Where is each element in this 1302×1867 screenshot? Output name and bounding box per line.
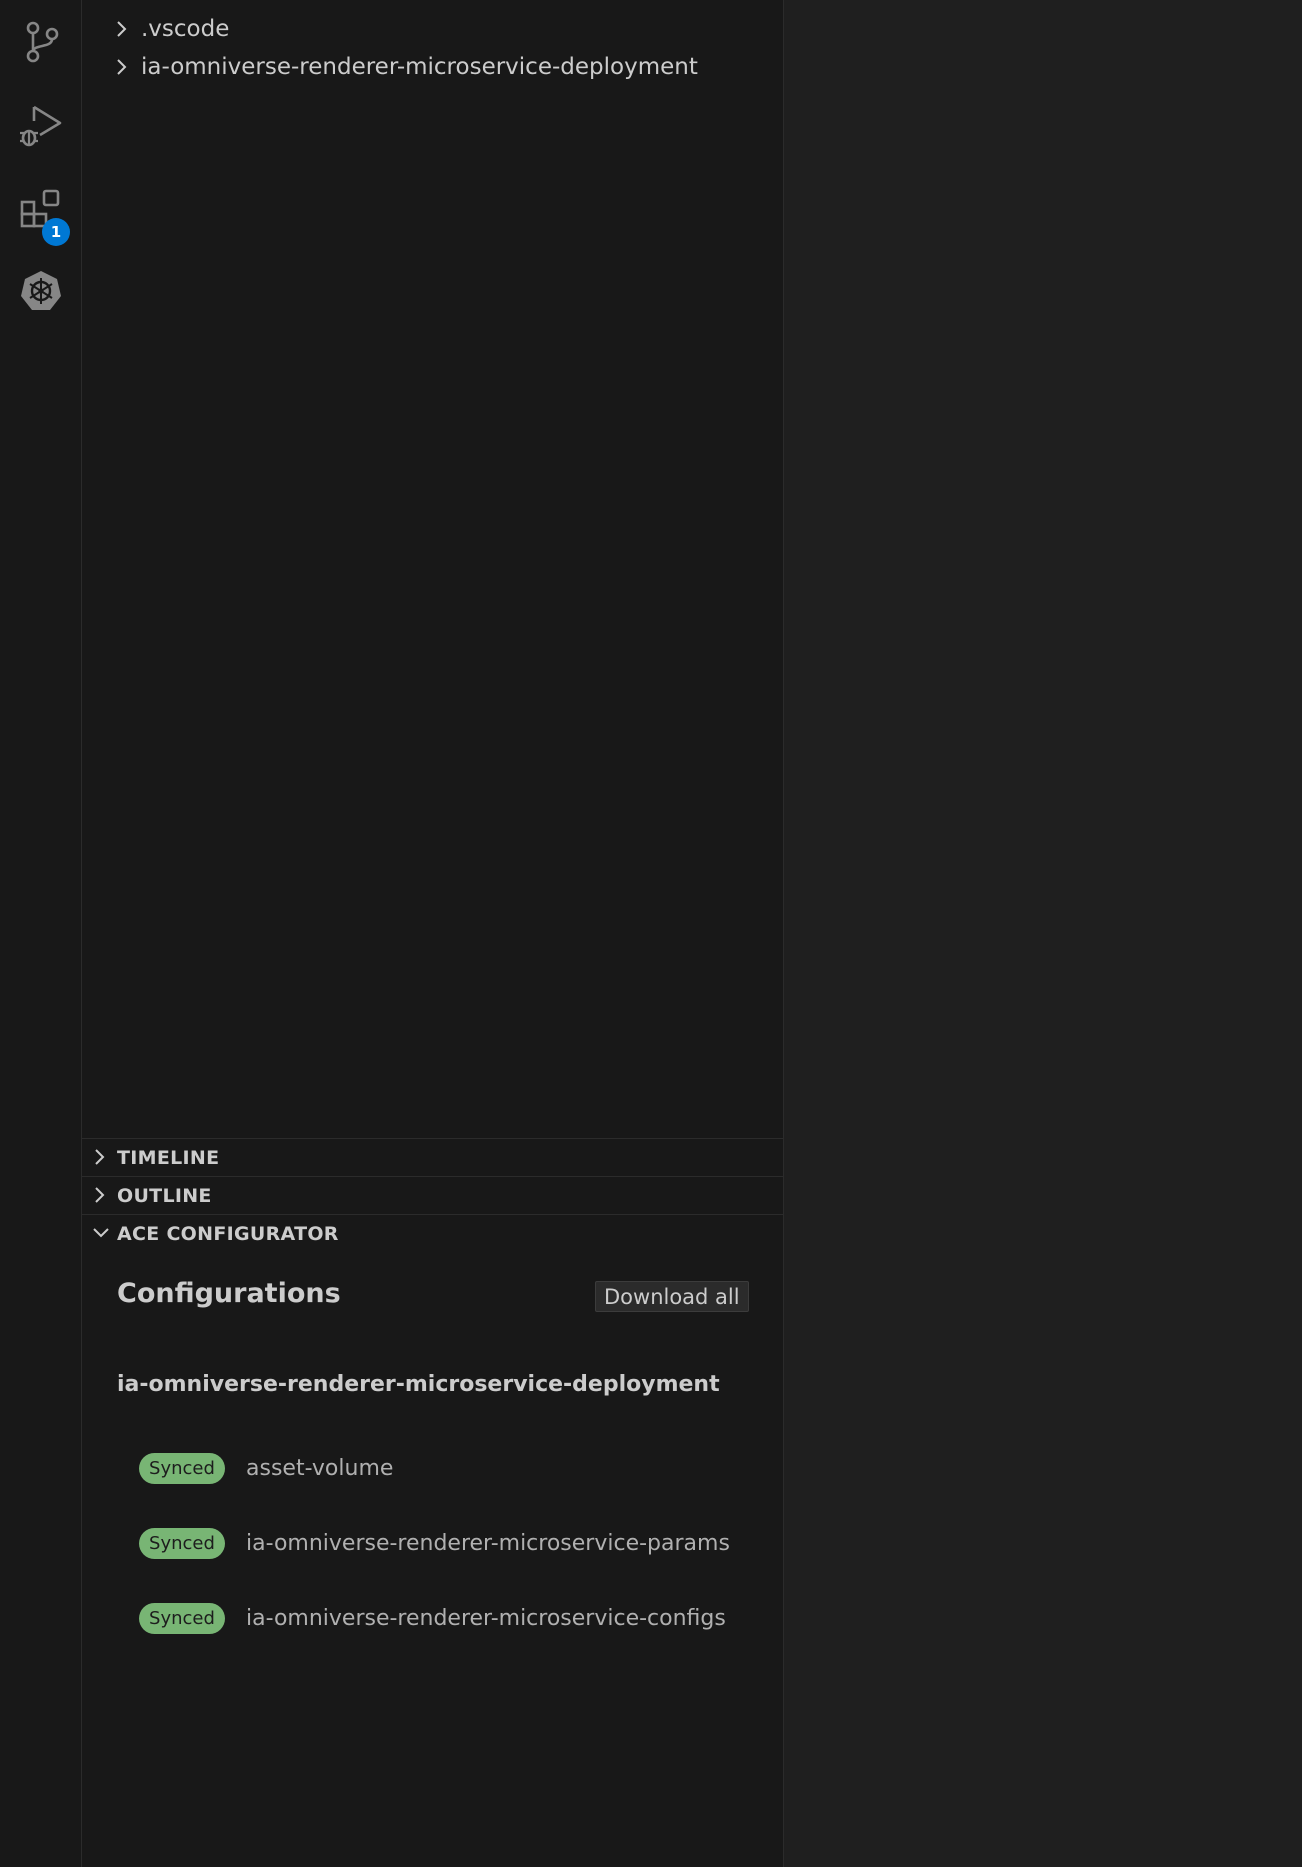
tree-item-deployment[interactable]: ia-omniverse-renderer-microservice-deplo… [82, 48, 783, 86]
section-outline[interactable]: OUTLINE [82, 1176, 783, 1214]
editor-area [784, 0, 1302, 1867]
status-badge: Synced [139, 1602, 225, 1634]
chevron-right-icon [95, 1149, 105, 1165]
activity-run-debug[interactable] [0, 88, 82, 164]
source-control-icon [26, 21, 59, 63]
configurations-title: Configurations [117, 1278, 341, 1309]
activity-kubernetes[interactable] [0, 253, 82, 329]
vscode-window: 1 .vscode ia-omniverse-renderer-microser… [0, 0, 1302, 1867]
section-timeline[interactable]: TIMELINE [82, 1138, 783, 1176]
config-item[interactable]: Synced ia-omniverse-renderer-microservic… [139, 1602, 726, 1634]
chevron-right-icon [117, 21, 127, 37]
config-name: ia-omniverse-renderer-microservice-param… [246, 1530, 730, 1556]
tree-item-vscode[interactable]: .vscode [82, 10, 783, 48]
config-name: asset-volume [246, 1455, 394, 1481]
sidebar: .vscode ia-omniverse-renderer-microservi… [82, 0, 784, 1867]
activity-source-control[interactable] [0, 4, 82, 80]
config-name: ia-omniverse-renderer-microservice-confi… [246, 1605, 726, 1631]
run-debug-icon [20, 105, 62, 147]
section-title: ACE CONFIGURATOR [117, 1222, 339, 1245]
section-title: OUTLINE [117, 1184, 212, 1207]
deployment-group-title: ia-omniverse-renderer-microservice-deplo… [117, 1372, 720, 1397]
status-badge: Synced [139, 1452, 225, 1484]
chevron-right-icon [117, 59, 127, 75]
tree-item-label: .vscode [141, 16, 230, 42]
extensions-badge: 1 [42, 218, 70, 246]
section-ace-configurator[interactable]: ACE CONFIGURATOR [82, 1214, 783, 1252]
download-all-button[interactable]: Download all [595, 1281, 749, 1312]
status-badge: Synced [139, 1527, 225, 1559]
kubernetes-icon [21, 271, 61, 310]
activity-bar: 1 [0, 0, 82, 1867]
tree-item-label: ia-omniverse-renderer-microservice-deplo… [141, 54, 698, 80]
config-item[interactable]: Synced asset-volume [139, 1452, 393, 1484]
section-title: TIMELINE [117, 1146, 220, 1169]
activity-extensions[interactable]: 1 [0, 172, 82, 248]
chevron-right-icon [95, 1187, 105, 1203]
chevron-down-icon [93, 1228, 109, 1238]
config-item[interactable]: Synced ia-omniverse-renderer-microservic… [139, 1527, 730, 1559]
